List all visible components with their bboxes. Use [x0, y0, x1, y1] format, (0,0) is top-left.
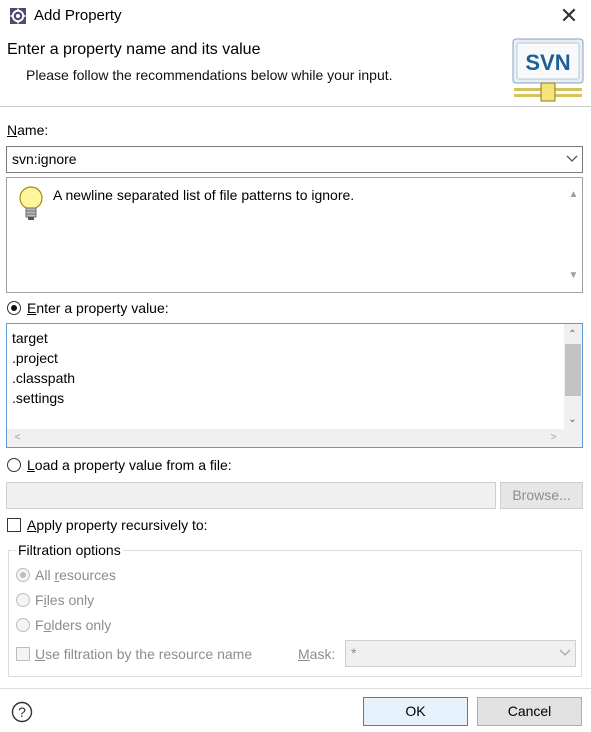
mask-combobox[interactable]: *	[345, 640, 576, 667]
name-value: svn:ignore	[12, 151, 77, 167]
load-from-file-radio[interactable]	[7, 458, 21, 472]
close-icon[interactable]: ✕	[556, 4, 582, 30]
scroll-up-arrow-icon[interactable]: ▲	[565, 186, 582, 203]
files-only-label: Files only	[35, 592, 95, 608]
property-value-textarea[interactable]: target .project .classpath .settings ⌃ ⌄…	[6, 323, 583, 448]
property-description-box: A newline separated list of file pattern…	[6, 177, 583, 293]
folders-only-label: Folders only	[35, 617, 112, 633]
apply-recursively-label: Apply property recursively to:	[27, 517, 208, 533]
svg-text:?: ?	[18, 704, 26, 720]
enter-value-radio[interactable]	[7, 301, 21, 315]
scroll-left-arrow-icon[interactable]: <	[9, 429, 26, 446]
scroll-down-arrow-icon[interactable]: ▼	[565, 267, 582, 284]
scroll-up-arrow-icon[interactable]: ⌃	[564, 326, 581, 343]
browse-button[interactable]: Browse...	[500, 482, 583, 509]
use-filtration-checkbox[interactable]	[16, 647, 30, 661]
mask-value: *	[351, 645, 357, 661]
chevron-down-icon[interactable]	[566, 149, 578, 169]
use-filtration-label: Use filtration by the resource name	[35, 646, 253, 662]
scrollbar-thumb[interactable]	[565, 344, 581, 396]
value-horizontal-scrollbar[interactable]: < >	[7, 429, 582, 447]
all-resources-label: All resources	[35, 567, 116, 583]
scroll-right-arrow-icon[interactable]: >	[545, 429, 562, 446]
property-value-text[interactable]: target .project .classpath .settings	[12, 328, 75, 408]
file-path-input[interactable]	[6, 482, 496, 509]
ok-button[interactable]: OK	[363, 697, 468, 726]
folders-only-radio[interactable]	[16, 618, 30, 632]
svn-logo-icon: SVN	[512, 38, 584, 102]
apply-recursively-checkbox[interactable]	[7, 518, 21, 532]
app-gear-icon	[10, 8, 26, 24]
svg-text:SVN: SVN	[525, 50, 570, 75]
mask-label: Mask:	[298, 646, 336, 662]
name-label: Name:	[7, 122, 49, 138]
help-icon[interactable]: ?	[11, 701, 33, 723]
cancel-button[interactable]: Cancel	[477, 697, 582, 726]
banner-description: Please follow the recommendations below …	[26, 67, 393, 83]
files-only-radio[interactable]	[16, 593, 30, 607]
filtration-options-title: Filtration options	[16, 542, 123, 558]
window-title: Add Property	[34, 7, 122, 24]
enter-value-label: Enter a property value:	[27, 300, 169, 316]
name-combobox[interactable]: svn:ignore	[6, 146, 583, 173]
scroll-down-arrow-icon[interactable]: ⌄	[564, 411, 581, 428]
footer-divider	[0, 688, 591, 689]
all-resources-radio[interactable]	[16, 568, 30, 582]
lightbulb-icon	[19, 186, 43, 220]
value-vertical-scrollbar[interactable]: ⌃ ⌄	[564, 324, 582, 430]
banner-title: Enter a property name and its value	[7, 41, 261, 58]
description-text: A newline separated list of file pattern…	[53, 187, 355, 203]
load-from-file-label: Load a property value from a file:	[27, 457, 232, 473]
description-scrollbar[interactable]: ▲ ▼	[565, 178, 582, 292]
chevron-down-icon[interactable]	[559, 643, 571, 663]
